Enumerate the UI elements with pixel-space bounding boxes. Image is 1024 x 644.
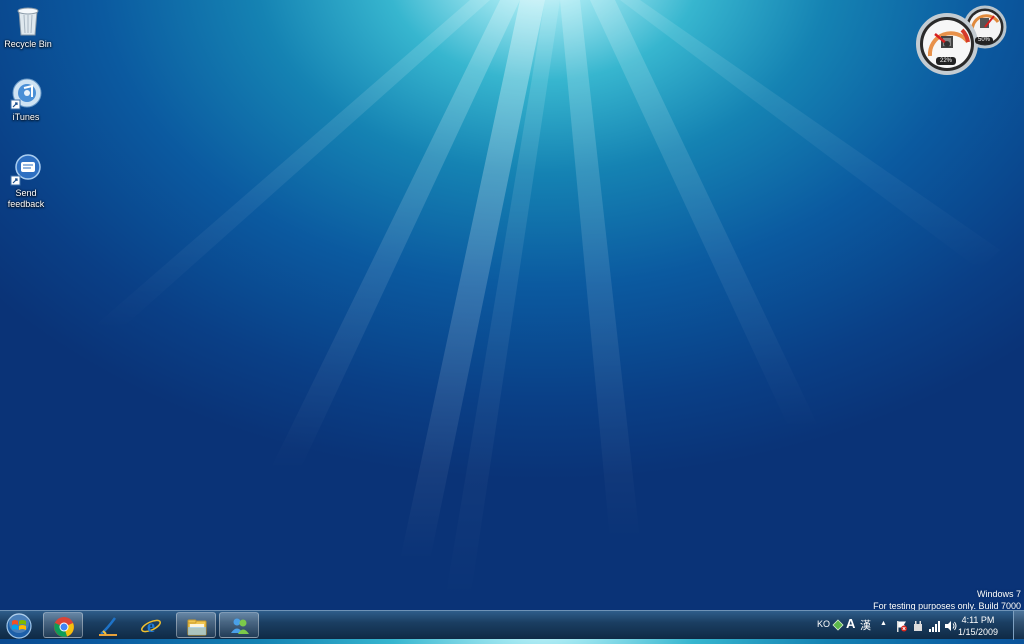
language-indicator[interactable]: KO <box>817 619 830 629</box>
watermark-title: Windows 7 <box>976 589 1021 599</box>
desktop-icon-label: iTunes <box>12 112 40 122</box>
power-plug-icon[interactable] <box>912 620 924 632</box>
chrome-icon <box>54 617 74 637</box>
taskbar-messenger[interactable] <box>219 612 259 638</box>
taskbar-chrome[interactable] <box>43 612 83 638</box>
desktop-icon-send-feedback[interactable]: Send feedback <box>0 154 54 210</box>
memory-percent: 50% <box>977 37 990 43</box>
start-button[interactable] <box>2 612 36 639</box>
desktop-icon-label: Recycle Bin <box>4 39 52 49</box>
taskbar: e KO A 漢 ▲ 4:11 PM 1/15/2009 <box>0 610 1024 640</box>
taskbar-windows-explorer[interactable] <box>176 612 216 638</box>
svg-text:e: e <box>147 616 155 636</box>
ime-mode-indicator[interactable]: A <box>846 616 855 631</box>
show-hidden-icons-icon[interactable]: ▲ <box>880 620 887 627</box>
taskbar-clock[interactable]: 4:11 PM 1/15/2009 <box>952 614 1004 638</box>
show-desktop-button[interactable] <box>1013 611 1024 640</box>
windows-start-icon <box>6 613 32 639</box>
taskbar-internet-explorer[interactable]: e <box>131 612 171 638</box>
internet-explorer-icon: e <box>141 616 161 636</box>
cpu-meter-gadget[interactable]: 22% 50% <box>916 4 1008 76</box>
taskbar-live-writer[interactable] <box>88 612 128 638</box>
hanja-indicator[interactable]: 漢 <box>860 617 871 633</box>
recycle-bin-icon <box>17 7 39 36</box>
gauge-dials <box>916 5 1007 75</box>
desktop-icon-label: Send feedback <box>7 188 45 209</box>
send-feedback-icon <box>10 154 41 186</box>
network-signal-icon[interactable] <box>928 620 942 632</box>
clock-date: 1/15/2009 <box>957 627 999 637</box>
cpu-percent: 22% <box>939 58 952 64</box>
action-center-flag-icon[interactable] <box>896 620 908 632</box>
clock-time: 4:11 PM <box>961 615 995 625</box>
itunes-icon <box>10 78 42 110</box>
desktop-icon-itunes[interactable]: iTunes <box>0 78 54 123</box>
ime-settings-icon[interactable] <box>832 619 844 631</box>
live-writer-icon <box>99 617 117 636</box>
messenger-icon <box>231 618 249 634</box>
build-watermark: Windows 7 For testing purposes only. Bui… <box>873 588 1021 612</box>
windows-explorer-icon <box>187 619 207 636</box>
desktop-icon-recycle-bin[interactable]: Recycle Bin <box>0 3 56 50</box>
wallpaper-light-rays <box>90 0 1000 600</box>
